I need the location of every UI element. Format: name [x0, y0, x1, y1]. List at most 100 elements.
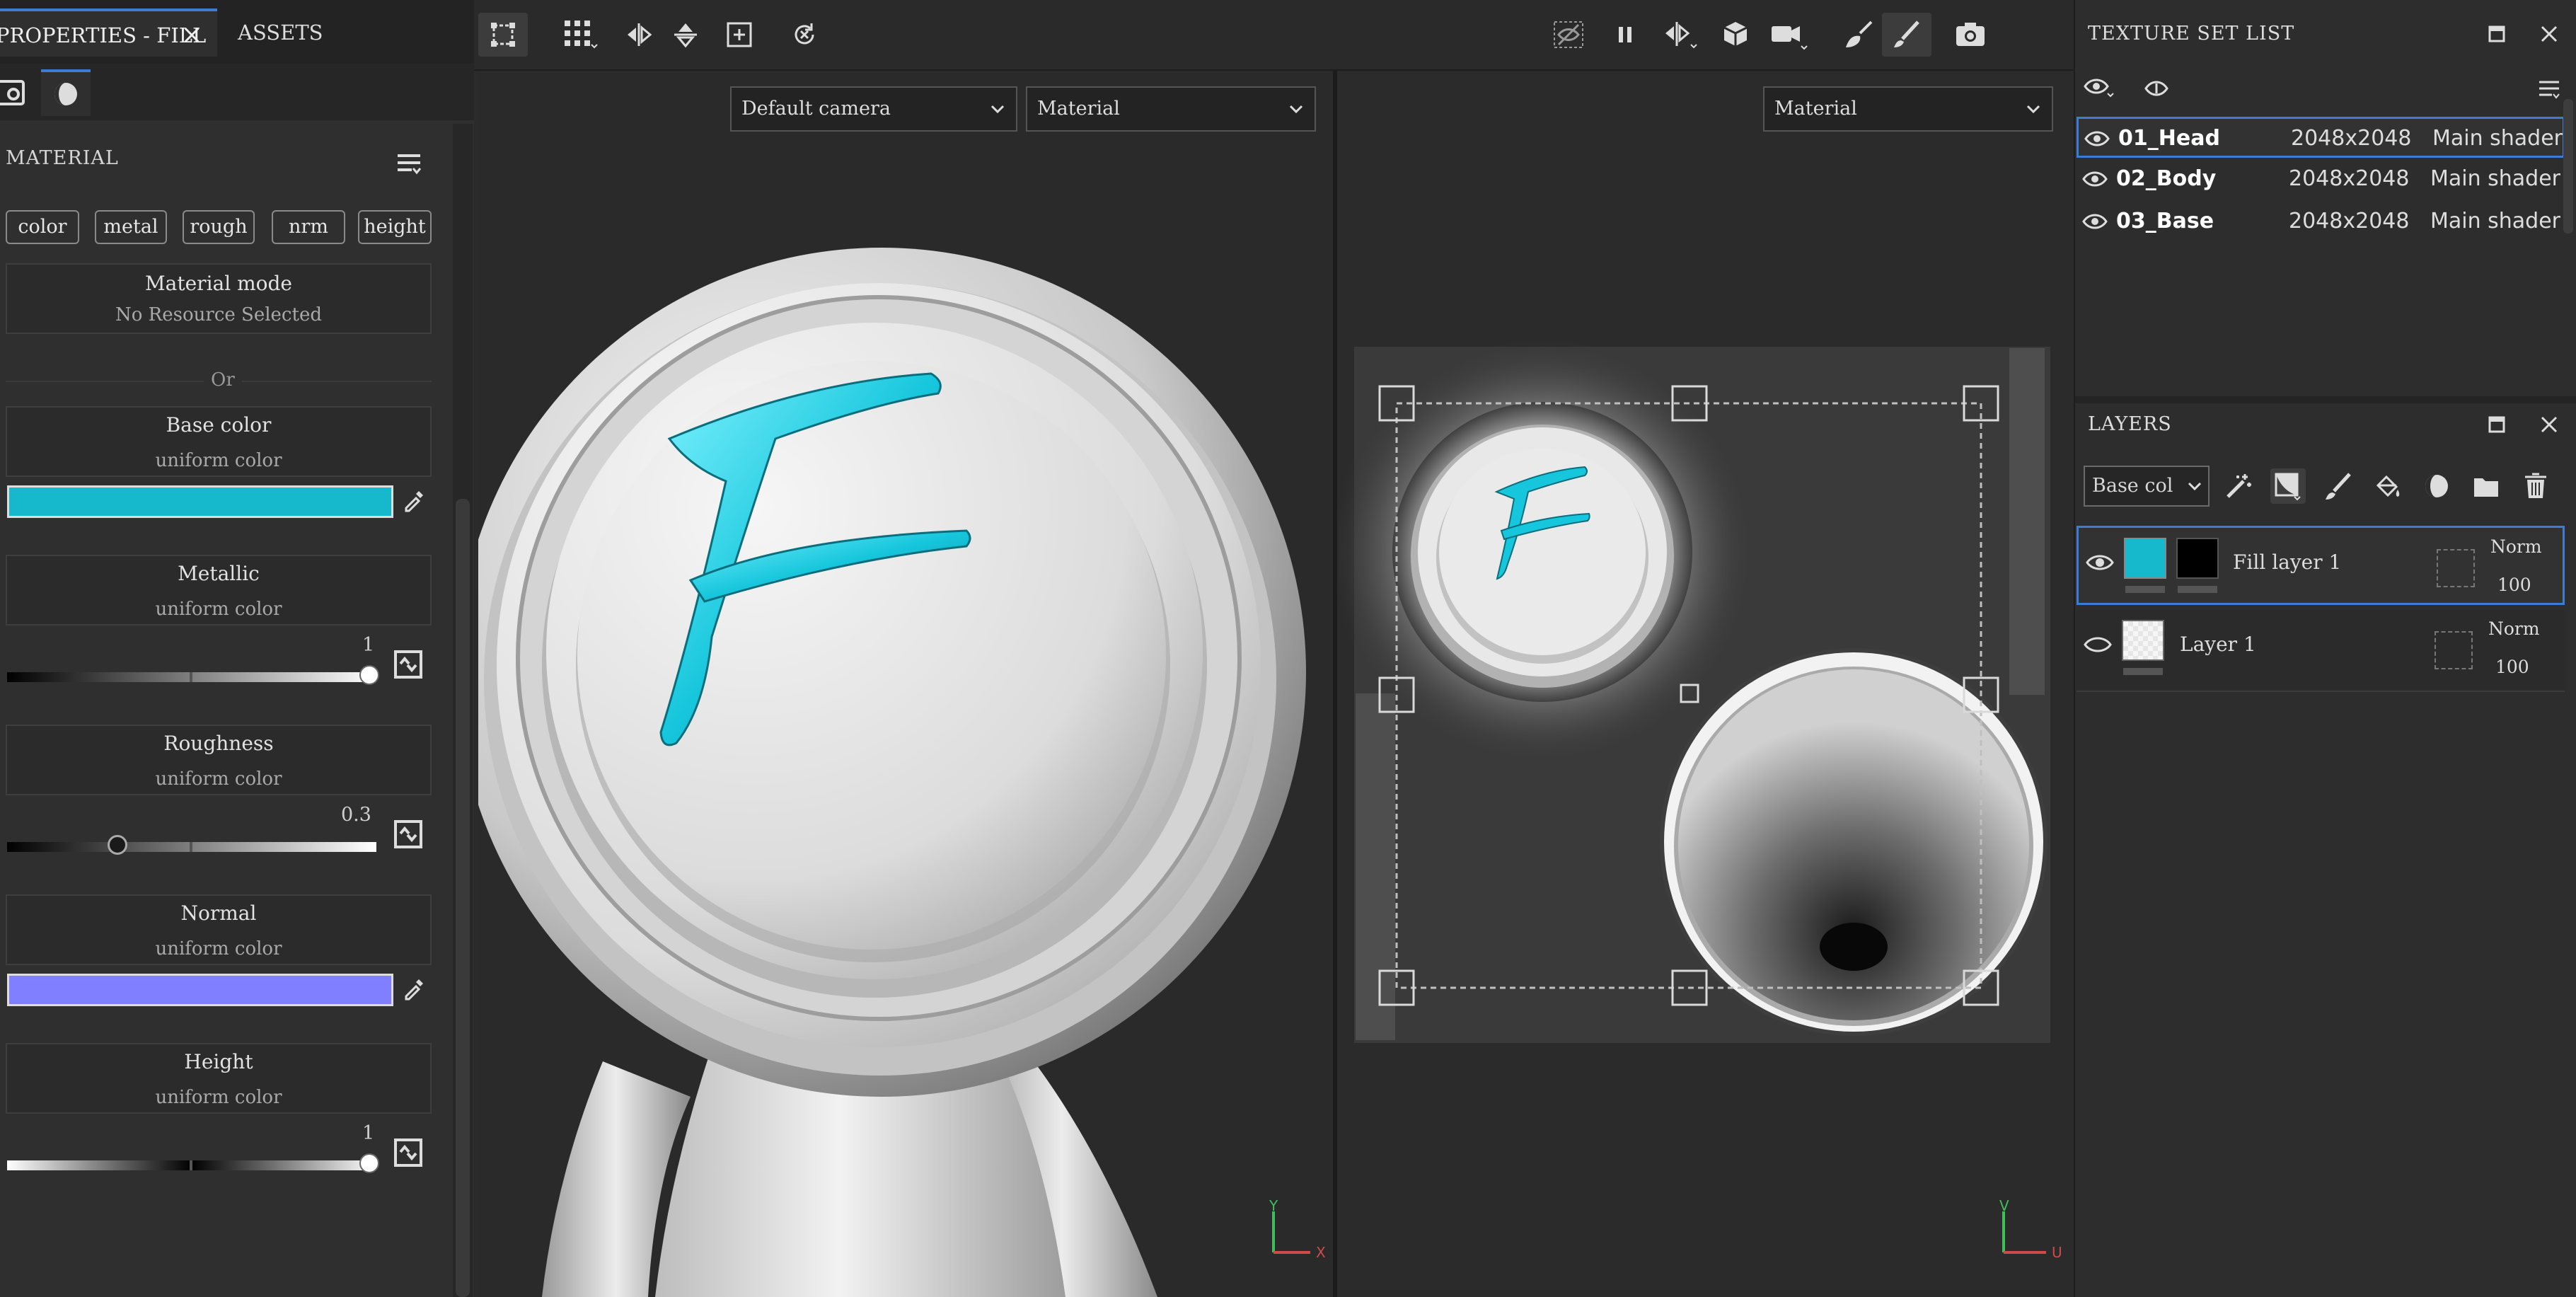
- layers-divider: [2077, 691, 2565, 692]
- add-fill-layer-icon[interactable]: [2369, 468, 2405, 504]
- delete-trash-icon[interactable]: [2518, 468, 2553, 504]
- channel-chip-color[interactable]: color: [6, 210, 79, 244]
- properties-scrollbar[interactable]: [453, 124, 473, 1297]
- 3d-view-cube-icon[interactable]: [1711, 13, 1760, 57]
- layer-opacity[interactable]: 100: [2497, 575, 2531, 595]
- layer-blend-mode[interactable]: Norm: [2490, 536, 2542, 557]
- base-color-field[interactable]: Base color uniform color: [6, 406, 432, 477]
- metallic-slider-handle[interactable]: [359, 665, 379, 685]
- texture-set-resolution: 2048x2048: [2291, 126, 2412, 151]
- height-slider-handle[interactable]: [359, 1153, 379, 1173]
- layer-row[interactable]: Layer 1 Norm 100: [2077, 610, 2565, 689]
- texture-set-resolution: 2048x2048: [2289, 209, 2410, 234]
- close-icon[interactable]: [2536, 412, 2562, 437]
- close-icon[interactable]: ×: [181, 11, 202, 59]
- add-effect-icon[interactable]: [2221, 468, 2256, 504]
- metallic-field[interactable]: Metallic uniform color: [6, 555, 432, 626]
- settings-icon[interactable]: [0, 69, 35, 116]
- layer-blend-mode[interactable]: Norm: [2488, 618, 2540, 639]
- metallic-slider[interactable]: [7, 665, 379, 685]
- channel-chip-rough[interactable]: rough: [183, 210, 255, 244]
- roughness-slider-handle[interactable]: [108, 835, 127, 855]
- metallic-title: Metallic: [178, 562, 260, 585]
- grid-dropdown-icon[interactable]: [556, 13, 606, 57]
- layers-title: LAYERS: [2088, 413, 2172, 435]
- texture-swap-icon[interactable]: [393, 819, 423, 849]
- pause-icon[interactable]: [1600, 13, 1650, 57]
- tab-assets[interactable]: ASSETS: [226, 8, 323, 57]
- fit-frame-icon[interactable]: [715, 13, 764, 57]
- reset-transform-icon[interactable]: [780, 13, 829, 57]
- normal-title: Normal: [180, 901, 257, 925]
- normal-color-swatch[interactable]: [7, 974, 393, 1006]
- camera-select[interactable]: Default camera: [730, 86, 1017, 132]
- tab-properties-fill[interactable]: PROPERTIES - FILL ×: [0, 8, 217, 57]
- 2d-display-mode-select[interactable]: Material: [1763, 86, 2053, 132]
- height-field[interactable]: Height uniform color: [6, 1043, 432, 1114]
- 3d-display-mode-select[interactable]: Material: [1026, 86, 1316, 132]
- add-smart-material-icon[interactable]: [2419, 468, 2454, 504]
- menu-icon[interactable]: [2536, 76, 2562, 102]
- chevron-down-icon: [989, 100, 1006, 117]
- height-slider[interactable]: [7, 1153, 379, 1173]
- eye-icon[interactable]: [2082, 212, 2108, 231]
- material-picker-icon[interactable]: [1834, 13, 1883, 57]
- 3d-display-mode-value: Material: [1037, 98, 1120, 120]
- texture-swap-icon[interactable]: [393, 1138, 423, 1168]
- symmetry-icon[interactable]: [1656, 13, 1705, 57]
- eye-icon[interactable]: [2084, 634, 2112, 655]
- paint-brush-icon[interactable]: [1882, 13, 1931, 57]
- eyedropper-icon[interactable]: [400, 976, 426, 1002]
- close-icon[interactable]: [2536, 21, 2562, 47]
- channel-chip-height[interactable]: height: [358, 210, 432, 244]
- texture-set-scrollbar[interactable]: [2563, 99, 2573, 234]
- base-color-title: Base color: [166, 413, 272, 437]
- roughness-slider[interactable]: [7, 835, 376, 855]
- transform-tool-icon[interactable]: [478, 13, 528, 57]
- tab-properties-fill-label: PROPERTIES - FILL: [0, 23, 207, 47]
- 2d-display-mode-value: Material: [1774, 98, 1857, 120]
- layer-extra-mask-slot[interactable]: [2435, 631, 2473, 669]
- properties-subtab-bar: [0, 64, 474, 120]
- eyedropper-icon[interactable]: [400, 488, 426, 514]
- info-icon[interactable]: [2142, 74, 2171, 103]
- screenshot-camera-icon[interactable]: [1946, 13, 1995, 57]
- add-paint-layer-icon[interactable]: [2320, 468, 2355, 504]
- hide-object-icon[interactable]: [1544, 13, 1593, 57]
- menu-icon[interactable]: [395, 150, 423, 178]
- channel-chip-metal[interactable]: metal: [95, 210, 167, 244]
- layer-mask-thumbnail[interactable]: [2176, 538, 2219, 579]
- texture-swap-icon[interactable]: [393, 650, 423, 679]
- texture-set-row[interactable]: 01_Head 2048x2048 Main shader: [2077, 117, 2565, 158]
- layer-channel-select[interactable]: Base col: [2084, 466, 2210, 507]
- material-sphere-icon[interactable]: [41, 69, 91, 116]
- normal-field[interactable]: Normal uniform color: [6, 894, 432, 965]
- camera-dropdown-icon[interactable]: [1764, 13, 1814, 57]
- roughness-field[interactable]: Roughness uniform color: [6, 725, 432, 795]
- material-mode-field[interactable]: Material mode No Resource Selected: [6, 263, 432, 334]
- channel-chip-nrm[interactable]: nrm: [272, 210, 345, 244]
- layer-row[interactable]: Fill layer 1 Norm 100: [2077, 526, 2565, 605]
- layer-thumbnail[interactable]: [2124, 538, 2166, 579]
- add-mask-icon[interactable]: [2270, 468, 2306, 504]
- base-color-swatch[interactable]: [7, 485, 393, 518]
- layer-extra-mask-slot[interactable]: [2437, 549, 2475, 587]
- texture-set-row[interactable]: 03_Base 2048x2048 Main shader: [2077, 202, 2565, 243]
- mirror-horizontal-icon[interactable]: [614, 13, 664, 57]
- layer-thumbnail[interactable]: [2122, 620, 2164, 661]
- eye-icon[interactable]: [2084, 129, 2110, 149]
- 2d-viewport[interactable]: Material V U: [1337, 71, 2070, 1297]
- maximize-icon[interactable]: [2484, 21, 2509, 47]
- layer-name[interactable]: Fill layer 1: [2233, 550, 2341, 574]
- maximize-icon[interactable]: [2484, 412, 2509, 437]
- 3d-viewport[interactable]: Default camera Material Y X: [478, 71, 1333, 1297]
- visibility-settings-icon[interactable]: [2082, 75, 2115, 100]
- texture-set-shader: Main shader: [2432, 126, 2563, 151]
- eye-icon[interactable]: [2082, 169, 2108, 189]
- eye-icon[interactable]: [2086, 552, 2114, 573]
- mirror-vertical-icon[interactable]: [661, 13, 710, 57]
- layer-name[interactable]: Layer 1: [2180, 633, 2256, 656]
- layer-opacity[interactable]: 100: [2495, 657, 2529, 677]
- add-folder-icon[interactable]: [2468, 468, 2504, 504]
- texture-set-row[interactable]: 02_Body 2048x2048 Main shader: [2077, 159, 2565, 200]
